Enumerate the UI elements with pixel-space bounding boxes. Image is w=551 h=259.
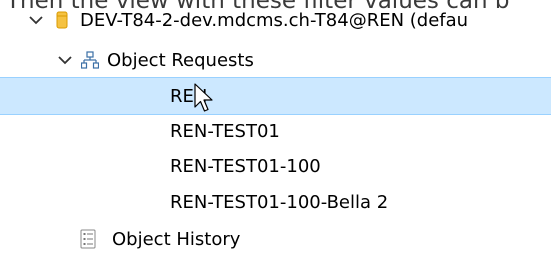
tree-item-request-label: REN-TEST01-100 xyxy=(170,155,321,177)
tree-item-object-history-label: Object History xyxy=(112,228,241,250)
tree-item-request[interactable]: REN-TEST01 xyxy=(0,112,551,150)
database-icon xyxy=(56,10,68,30)
history-list-icon xyxy=(80,229,96,249)
tree-item-request-label: REN-TEST01 xyxy=(170,120,280,142)
tree-item-object-requests-label: Object Requests xyxy=(107,49,254,71)
tree-item-root-label: DEV-T84-2-dev.mdcms.ch-T84@REN (defau xyxy=(80,9,469,31)
tree-item-object-requests[interactable]: Object Requests xyxy=(0,41,551,79)
hierarchy-icon xyxy=(81,51,99,69)
tree-item-request[interactable]: REN-TEST01-100-Bella 2 xyxy=(0,183,551,221)
tree-item-object-history[interactable]: Object History xyxy=(0,220,551,258)
chevron-down-icon[interactable] xyxy=(28,12,44,28)
tree-item-request[interactable]: REN-TEST01-100 xyxy=(0,147,551,185)
tree-item-request-label: REN xyxy=(170,85,208,107)
tree-item-request[interactable]: REN xyxy=(0,77,551,115)
tree-item-request-label: REN-TEST01-100-Bella 2 xyxy=(170,191,389,213)
tree-item-root[interactable]: DEV-T84-2-dev.mdcms.ch-T84@REN (defau xyxy=(0,1,551,39)
chevron-down-icon[interactable] xyxy=(57,52,73,68)
